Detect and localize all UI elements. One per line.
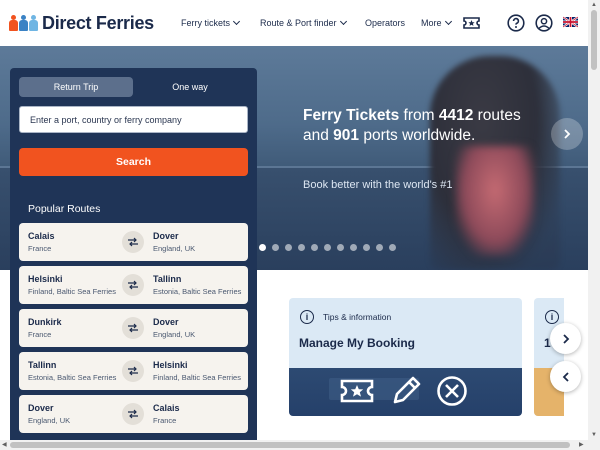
route-to-country: Finland, Baltic Sea Ferries xyxy=(153,373,241,382)
chevron-down-icon xyxy=(339,17,347,26)
scrollbar-thumb[interactable] xyxy=(10,442,570,448)
info-icon: i xyxy=(545,310,559,324)
card-kicker-label: Tips & information xyxy=(323,312,392,322)
nav-route-port-finder[interactable]: Route & Port finder xyxy=(260,0,347,46)
scrollbar-thumb[interactable] xyxy=(591,10,597,70)
hero-title: Ferry Tickets from 4412 routes and 901 p… xyxy=(303,107,521,144)
swap-icon[interactable] xyxy=(122,274,144,296)
route-to-country: England, UK xyxy=(153,244,196,253)
trip-type-return[interactable]: Return Trip xyxy=(19,77,133,97)
nav-label: Ferry tickets xyxy=(181,18,231,28)
route-from-city: Dover xyxy=(28,403,54,413)
manage-booking-card[interactable]: i Tips & information Manage My Booking xyxy=(289,298,522,416)
slide-dot[interactable] xyxy=(337,244,344,251)
route-from-country: Finland, Baltic Sea Ferries xyxy=(28,287,116,296)
slide-dot[interactable] xyxy=(376,244,383,251)
route-to-city: Calais xyxy=(153,403,180,413)
route-card[interactable]: Calais France Dover England, UK xyxy=(19,223,248,261)
slide-dot[interactable] xyxy=(363,244,370,251)
info-icon: i xyxy=(300,310,314,324)
carousel-prev-button[interactable] xyxy=(550,361,581,392)
slide-dot[interactable] xyxy=(298,244,305,251)
pencil-icon xyxy=(393,376,421,404)
route-to-city: Dover xyxy=(153,231,179,241)
slide-dot[interactable] xyxy=(350,244,357,251)
nav-operators[interactable]: Operators xyxy=(365,0,405,46)
hero-subtitle: Book better with the world's #1 xyxy=(303,179,453,191)
scroll-up-icon[interactable]: ▲ xyxy=(591,2,597,8)
route-from-country: France xyxy=(28,244,52,253)
route-card[interactable]: Dunkirk France Dover England, UK xyxy=(19,309,248,347)
scroll-right-icon[interactable]: ▶ xyxy=(579,442,584,448)
route-to-city: Dover xyxy=(153,317,179,327)
slide-dot[interactable] xyxy=(272,244,279,251)
slide-dot[interactable] xyxy=(389,244,396,251)
card-title: Manage My Booking xyxy=(299,336,416,350)
route-from-country: England, UK xyxy=(28,416,71,425)
search-input[interactable]: Enter a port, country or ferry company xyxy=(19,106,248,133)
popular-routes-title: Popular Routes xyxy=(28,203,101,215)
route-to-country: England, UK xyxy=(153,330,196,339)
hero-scarf-image xyxy=(455,146,535,256)
nav-label: More xyxy=(421,18,442,28)
chevron-left-icon xyxy=(562,371,569,382)
chevron-right-icon xyxy=(562,333,569,344)
brand-name: Direct Ferries xyxy=(42,12,154,33)
route-from-country: Estonia, Baltic Sea Ferries xyxy=(28,373,117,382)
route-to-country: France xyxy=(153,416,177,425)
vertical-scrollbar[interactable]: ▲ ▼ xyxy=(588,0,600,450)
route-from-city: Dunkirk xyxy=(28,317,62,327)
route-to-country: Estonia, Baltic Sea Ferries xyxy=(153,287,242,296)
route-from-country: France xyxy=(28,330,52,339)
route-card[interactable]: Tallinn Estonia, Baltic Sea Ferries Helsi… xyxy=(19,352,248,390)
chevron-right-icon xyxy=(564,129,571,139)
card-kicker: i Tips & information xyxy=(300,310,391,324)
swap-icon[interactable] xyxy=(122,360,144,382)
route-card[interactable]: Helsinki Finland, Baltic Sea Ferries Tall… xyxy=(19,266,248,304)
trip-type-toggle: Return Trip One way xyxy=(19,77,248,97)
chevron-down-icon xyxy=(232,17,241,26)
slide-dot[interactable] xyxy=(324,244,331,251)
slide-dot[interactable] xyxy=(311,244,318,251)
logo-people-icon xyxy=(9,15,38,31)
route-from-city: Calais xyxy=(28,231,55,241)
search-button[interactable]: Search xyxy=(19,148,248,176)
search-panel: Return Trip One way Enter a port, countr… xyxy=(10,68,257,450)
route-to-city: Helsinki xyxy=(153,360,188,370)
ticket-icon[interactable] xyxy=(462,14,481,32)
nav-ferry-tickets[interactable]: Ferry tickets xyxy=(181,0,241,46)
nav-label: Route & Port finder xyxy=(260,18,337,28)
site-header: Direct Ferries Ferry tickets Route & Por… xyxy=(0,0,588,46)
route-card[interactable]: Dover England, UK Calais France xyxy=(19,395,248,433)
hero-next-button[interactable] xyxy=(551,118,583,150)
chevron-down-icon xyxy=(444,17,452,26)
scroll-down-icon[interactable]: ▼ xyxy=(591,432,597,438)
uk-flag-icon[interactable] xyxy=(563,16,578,28)
trip-type-one-way[interactable]: One way xyxy=(133,77,247,97)
route-from-city: Tallinn xyxy=(28,360,57,370)
carousel-next-button[interactable] xyxy=(550,323,581,354)
cancel-icon xyxy=(437,376,467,406)
nav-more[interactable]: More xyxy=(421,0,452,46)
brand-logo[interactable]: Direct Ferries xyxy=(9,13,154,34)
help-icon[interactable] xyxy=(507,14,525,32)
account-icon[interactable] xyxy=(535,14,553,32)
slide-dot[interactable] xyxy=(259,244,266,251)
slide-dot[interactable] xyxy=(285,244,292,251)
scroll-left-icon[interactable]: ◀ xyxy=(2,442,7,448)
route-to-city: Tallinn xyxy=(153,274,182,284)
swap-icon[interactable] xyxy=(122,317,144,339)
hero-slide-indicators xyxy=(259,244,396,251)
nav-label: Operators xyxy=(365,18,406,28)
swap-icon[interactable] xyxy=(122,231,144,253)
ticket-icon xyxy=(340,379,374,403)
swap-icon[interactable] xyxy=(122,403,144,425)
route-from-city: Helsinki xyxy=(28,274,63,284)
horizontal-scrollbar[interactable]: ◀ ▶ xyxy=(0,440,588,450)
info-card-peek[interactable]: i 1 xyxy=(534,298,564,416)
